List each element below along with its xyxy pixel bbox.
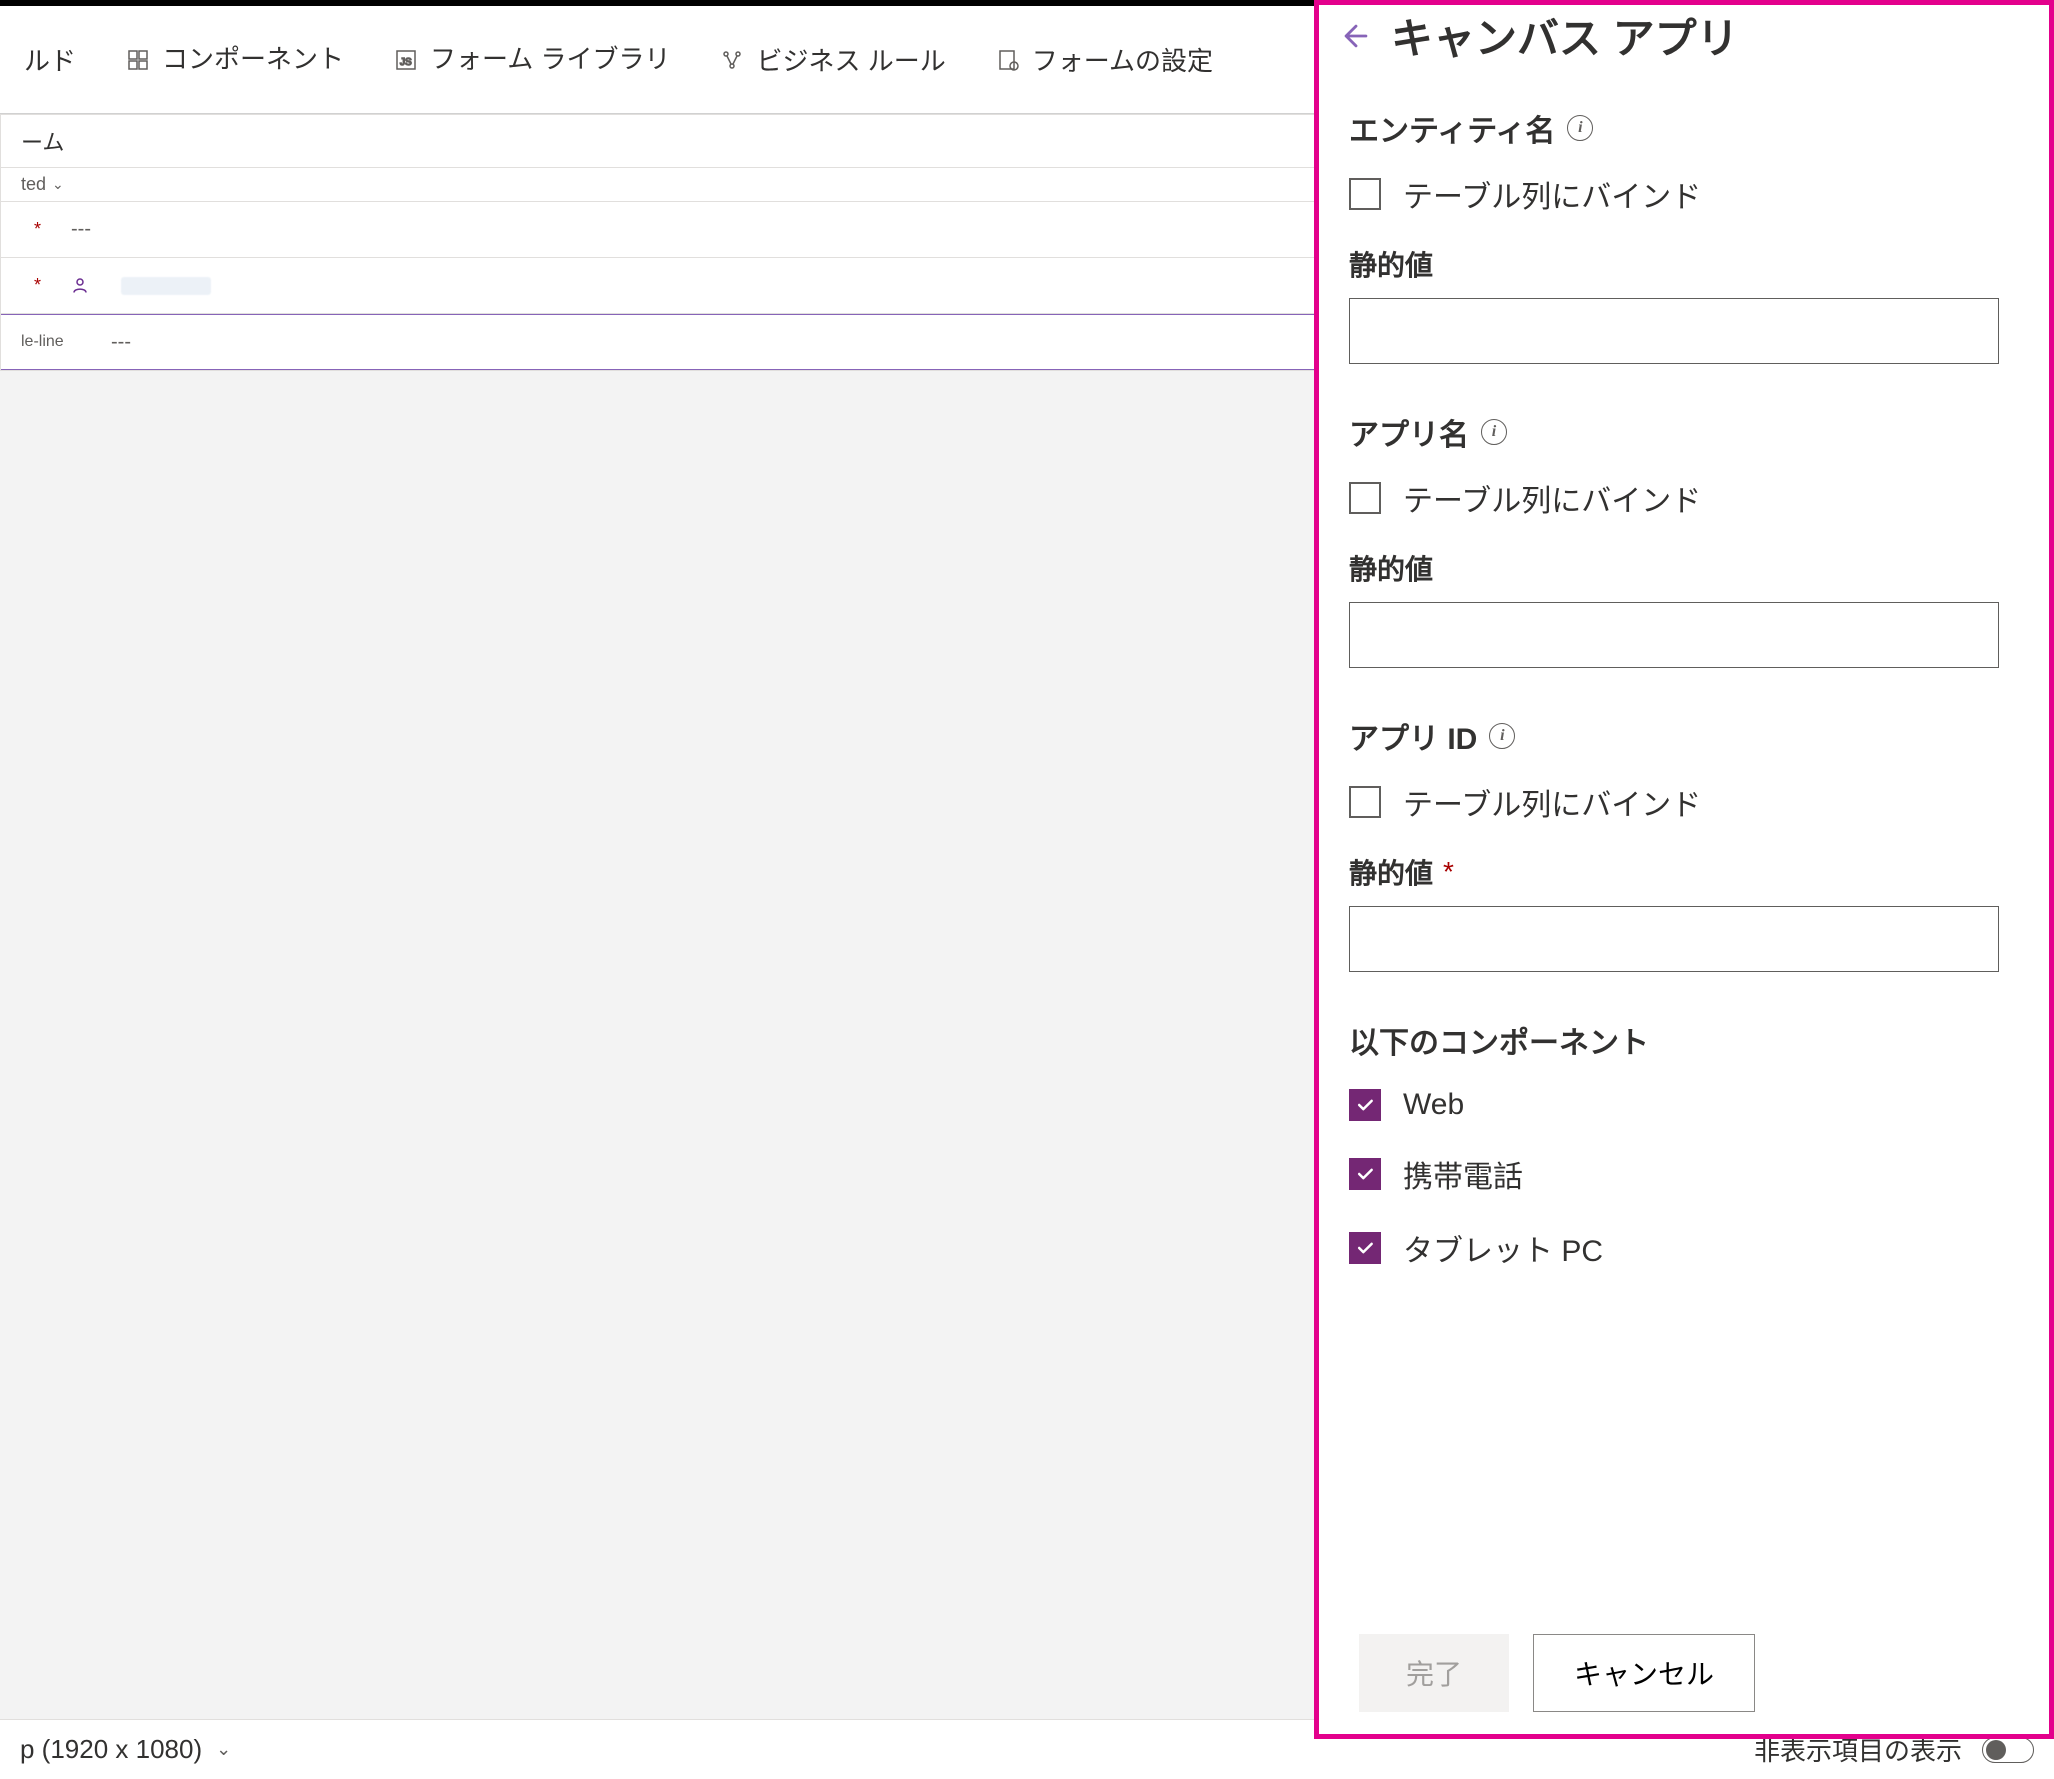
resolution-selector[interactable]: p (1920 x 1080) ⌄	[20, 1734, 231, 1765]
toolbar-business-rule-label: ビジネス ルール	[756, 41, 945, 78]
app-id-label: アプリ ID i	[1349, 714, 1999, 758]
app-id-text: アプリ ID	[1349, 714, 1477, 758]
entity-bind-checkbox[interactable]	[1349, 178, 1381, 210]
component-web-label: Web	[1403, 1088, 1464, 1122]
component-web-row: Web	[1349, 1088, 1999, 1122]
required-asterisk: *	[21, 219, 41, 240]
component-tablet-label: タブレット PC	[1403, 1226, 1603, 1270]
appid-static-input[interactable]	[1349, 906, 1999, 972]
form-row-3-value: ---	[111, 331, 131, 354]
appname-bind-label: テーブル列にバインド	[1403, 476, 1701, 520]
back-arrow-icon[interactable]	[1339, 19, 1373, 53]
component-web-checkbox[interactable]	[1349, 1089, 1381, 1121]
components-section: 以下のコンポーネント Web 携帯電話 タブレット PC	[1349, 1018, 1999, 1270]
appid-bind-checkbox[interactable]	[1349, 786, 1381, 818]
toolbar-form-settings[interactable]: フォームの設定	[980, 33, 1227, 86]
toolbar-form-settings-label: フォームの設定	[1032, 41, 1213, 78]
done-button: 完了	[1359, 1634, 1509, 1712]
info-icon[interactable]: i	[1489, 723, 1515, 749]
component-phone-label: 携帯電話	[1403, 1152, 1523, 1196]
app-name-text: アプリ名	[1349, 410, 1469, 454]
components-heading: 以下のコンポーネント	[1349, 1018, 1999, 1062]
form-settings-icon	[994, 46, 1022, 74]
component-phone-checkbox[interactable]	[1349, 1158, 1381, 1190]
component-phone-row: 携帯電話	[1349, 1152, 1999, 1196]
entity-name-section: エンティティ名 i テーブル列にバインド 静的値	[1349, 106, 1999, 364]
entity-bind-label: テーブル列にバインド	[1403, 172, 1701, 216]
caret-down-icon: ⌄	[52, 176, 64, 193]
appname-static-label: 静的値	[1349, 548, 1999, 588]
required-asterisk: *	[1443, 856, 1454, 888]
app-name-section: アプリ名 i テーブル列にバインド 静的値	[1349, 410, 1999, 668]
entity-static-input[interactable]	[1349, 298, 1999, 364]
js-icon: JS	[392, 46, 420, 74]
entity-bind-checkbox-row: テーブル列にバインド	[1349, 172, 1999, 216]
resolution-text: p (1920 x 1080)	[20, 1734, 202, 1765]
svg-text:JS: JS	[400, 57, 412, 68]
app-name-label: アプリ名 i	[1349, 410, 1999, 454]
entity-name-label: エンティティ名 i	[1349, 106, 1999, 150]
appid-bind-label: テーブル列にバインド	[1403, 780, 1701, 824]
toolbar-business-rule[interactable]: ビジネス ルール	[704, 33, 959, 86]
canvas-app-panel: キャンバス アプリ エンティティ名 i テーブル列にバインド 静的値 アプリ名 …	[1314, 0, 2054, 1739]
appname-bind-checkbox-row: テーブル列にバインド	[1349, 476, 1999, 520]
panel-body: エンティティ名 i テーブル列にバインド 静的値 アプリ名 i テーブル列にバイ…	[1319, 86, 2049, 1611]
info-icon[interactable]: i	[1567, 115, 1593, 141]
component-icon	[124, 46, 152, 74]
flow-icon	[718, 46, 746, 74]
form-related-text: ted	[21, 174, 46, 195]
toolbar-form-library-label: フォーム ライブラリ	[430, 44, 670, 75]
caret-down-icon: ⌄	[216, 1739, 231, 1760]
toolbar-component-label: コンポーネント	[162, 44, 344, 75]
appid-bind-checkbox-row: テーブル列にバインド	[1349, 780, 1999, 824]
entity-name-text: エンティティ名	[1349, 106, 1555, 150]
form-header-text: ーム	[21, 130, 64, 155]
panel-footer: 完了 キャンセル	[1319, 1611, 2049, 1734]
component-tablet-row: タブレット PC	[1349, 1226, 1999, 1270]
appname-bind-checkbox[interactable]	[1349, 482, 1381, 514]
form-row-1-value: ---	[71, 218, 91, 241]
hidden-items-toggle[interactable]	[1982, 1737, 2034, 1763]
toolbar-field[interactable]: ルド	[10, 33, 90, 86]
entity-static-label: 静的値	[1349, 244, 1999, 284]
component-tablet-checkbox[interactable]	[1349, 1232, 1381, 1264]
form-row-3-label: le-line	[21, 333, 81, 351]
toolbar-component[interactable]: コンポーネント	[110, 36, 358, 83]
toolbar-form-library[interactable]: JS フォーム ライブラリ	[378, 36, 684, 83]
person-icon	[71, 276, 91, 296]
appname-static-input[interactable]	[1349, 602, 1999, 668]
panel-title: キャンバス アプリ	[1391, 5, 1739, 66]
cancel-button[interactable]: キャンセル	[1533, 1634, 1755, 1712]
appid-static-label-text: 静的値	[1349, 852, 1433, 892]
app-id-section: アプリ ID i テーブル列にバインド 静的値 *	[1349, 714, 1999, 972]
toolbar-field-label: ルド	[24, 41, 76, 78]
form-row-2-value-blurred	[121, 277, 211, 295]
panel-header: キャンバス アプリ	[1319, 5, 2049, 86]
appid-static-label: 静的値 *	[1349, 852, 1999, 892]
info-icon[interactable]: i	[1481, 419, 1507, 445]
required-asterisk: *	[21, 275, 41, 296]
